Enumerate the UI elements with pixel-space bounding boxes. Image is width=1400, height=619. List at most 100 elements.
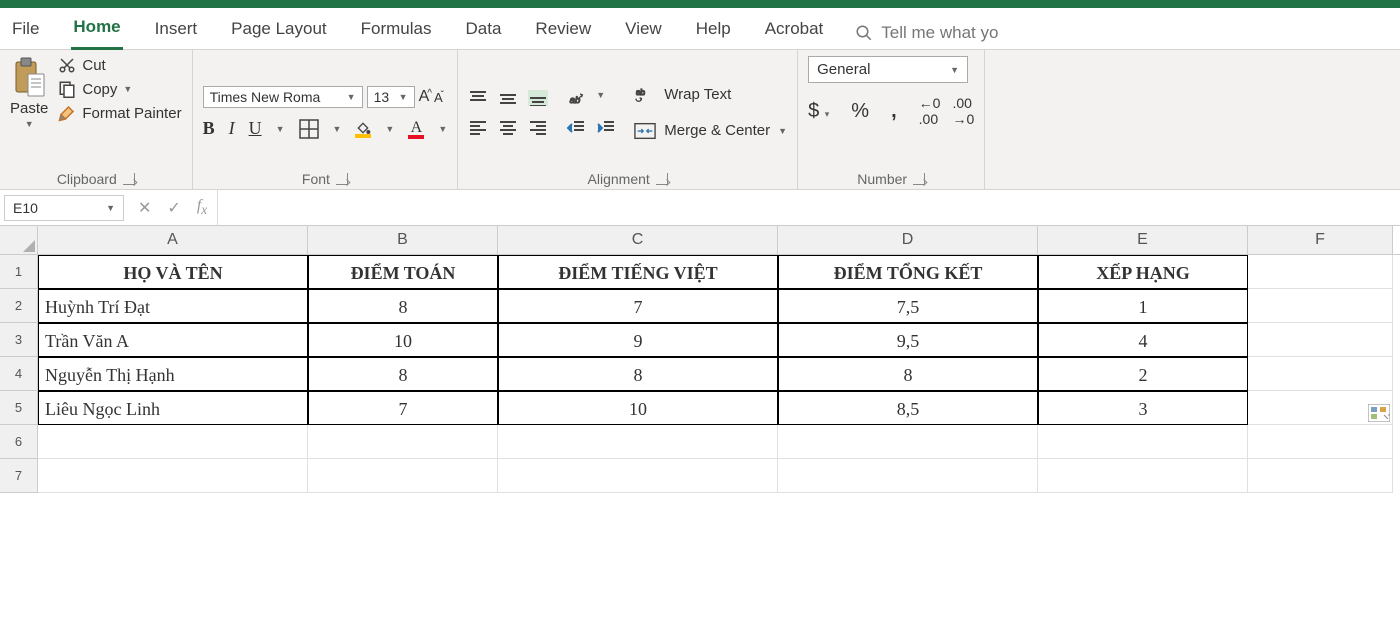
shrink-font-button[interactable]: Aˇ bbox=[434, 90, 442, 105]
confirm-formula-button[interactable]: ✓ bbox=[167, 198, 180, 218]
cell-e6[interactable] bbox=[1038, 425, 1248, 459]
tab-pagelayout[interactable]: Page Layout bbox=[229, 17, 328, 49]
cell-a4[interactable]: Nguyễn Thị Hạnh bbox=[38, 357, 308, 391]
merge-dropdown-icon[interactable]: ▼ bbox=[778, 126, 787, 136]
tell-me-search[interactable]: Tell me what yo bbox=[855, 23, 998, 43]
row-header[interactable]: 2 bbox=[0, 289, 38, 323]
tab-view[interactable]: View bbox=[623, 17, 664, 49]
tab-review[interactable]: Review bbox=[533, 17, 593, 49]
cell-e4[interactable]: 2 bbox=[1038, 357, 1248, 391]
paste-button[interactable]: Paste ▼ bbox=[10, 56, 48, 169]
align-left-button[interactable] bbox=[468, 120, 488, 136]
cell-c5[interactable]: 10 bbox=[498, 391, 778, 425]
cell-d5[interactable]: 8,5 bbox=[778, 391, 1038, 425]
cell-b6[interactable] bbox=[308, 425, 498, 459]
underline-dropdown-icon[interactable]: ▼ bbox=[276, 124, 285, 134]
font-size-select[interactable]: 13▼ bbox=[367, 86, 415, 108]
col-header-b[interactable]: B bbox=[308, 226, 498, 254]
accounting-format-button[interactable]: $ ▾ bbox=[808, 100, 829, 123]
cell-e3[interactable]: 4 bbox=[1038, 323, 1248, 357]
cell-c6[interactable] bbox=[498, 425, 778, 459]
col-header-f[interactable]: F bbox=[1248, 226, 1393, 254]
cell-a6[interactable] bbox=[38, 425, 308, 459]
cell-f4[interactable] bbox=[1248, 357, 1393, 391]
cell-f5[interactable] bbox=[1248, 391, 1393, 425]
tab-acrobat[interactable]: Acrobat bbox=[763, 17, 826, 49]
font-name-select[interactable]: Times New Roma▼ bbox=[203, 86, 363, 108]
align-bottom-button[interactable] bbox=[528, 90, 548, 106]
cell-b4[interactable]: 8 bbox=[308, 357, 498, 391]
paste-dropdown-icon[interactable]: ▼ bbox=[25, 119, 34, 129]
col-header-e[interactable]: E bbox=[1038, 226, 1248, 254]
tab-file[interactable]: File bbox=[10, 17, 41, 49]
wrap-text-button[interactable]: ab Wrap Text bbox=[634, 86, 787, 104]
orientation-button[interactable]: ab bbox=[566, 90, 586, 106]
col-header-c[interactable]: C bbox=[498, 226, 778, 254]
cell-f7[interactable] bbox=[1248, 459, 1393, 493]
decrease-indent-button[interactable] bbox=[566, 120, 586, 136]
tab-help[interactable]: Help bbox=[694, 17, 733, 49]
cell-f1[interactable] bbox=[1248, 255, 1393, 289]
cell-f3[interactable] bbox=[1248, 323, 1393, 357]
row-header[interactable]: 6 bbox=[0, 425, 38, 459]
cell-b2[interactable]: 8 bbox=[308, 289, 498, 323]
col-header-a[interactable]: A bbox=[38, 226, 308, 254]
row-header[interactable]: 4 bbox=[0, 357, 38, 391]
increase-decimal-button[interactable]: ←0.00 bbox=[919, 95, 941, 127]
font-color-button[interactable]: A bbox=[408, 119, 424, 139]
merge-center-button[interactable]: Merge & Center ▼ bbox=[634, 122, 787, 140]
cell-d3[interactable]: 9,5 bbox=[778, 323, 1038, 357]
col-header-d[interactable]: D bbox=[778, 226, 1038, 254]
align-middle-button[interactable] bbox=[498, 90, 518, 106]
tab-data[interactable]: Data bbox=[464, 17, 504, 49]
borders-dropdown-icon[interactable]: ▼ bbox=[333, 124, 342, 134]
tab-insert[interactable]: Insert bbox=[153, 17, 200, 49]
cell-a1[interactable]: HỌ VÀ TÊN bbox=[38, 255, 308, 289]
cell-f6[interactable] bbox=[1248, 425, 1393, 459]
cell-a3[interactable]: Trần Văn A bbox=[38, 323, 308, 357]
row-header[interactable]: 3 bbox=[0, 323, 38, 357]
cell-d6[interactable] bbox=[778, 425, 1038, 459]
cancel-formula-button[interactable]: ✕ bbox=[138, 198, 151, 218]
cell-c1[interactable]: ĐIỂM TIẾNG VIỆT bbox=[498, 255, 778, 289]
cell-c4[interactable]: 8 bbox=[498, 357, 778, 391]
cell-e1[interactable]: XẾP HẠNG bbox=[1038, 255, 1248, 289]
cell-e2[interactable]: 1 bbox=[1038, 289, 1248, 323]
bold-button[interactable]: B bbox=[203, 118, 215, 139]
cell-c2[interactable]: 7 bbox=[498, 289, 778, 323]
format-painter-button[interactable]: Format Painter bbox=[58, 104, 181, 122]
tab-home[interactable]: Home bbox=[71, 15, 122, 50]
cell-b3[interactable]: 10 bbox=[308, 323, 498, 357]
fill-color-button[interactable] bbox=[355, 120, 371, 138]
underline-button[interactable]: U bbox=[249, 118, 262, 139]
fontcolor-dropdown-icon[interactable]: ▼ bbox=[438, 124, 447, 134]
cell-b5[interactable]: 7 bbox=[308, 391, 498, 425]
align-center-button[interactable] bbox=[498, 120, 518, 136]
borders-button[interactable] bbox=[299, 119, 319, 139]
clipboard-launcher-icon[interactable] bbox=[123, 173, 135, 185]
row-header[interactable]: 5 bbox=[0, 391, 38, 425]
cell-d1[interactable]: ĐIỂM TỔNG KẾT bbox=[778, 255, 1038, 289]
cell-c7[interactable] bbox=[498, 459, 778, 493]
cell-f2[interactable] bbox=[1248, 289, 1393, 323]
alignment-launcher-icon[interactable] bbox=[656, 173, 668, 185]
select-all-corner[interactable] bbox=[0, 226, 38, 254]
align-right-button[interactable] bbox=[528, 120, 548, 136]
align-top-button[interactable] bbox=[468, 90, 488, 106]
cell-e7[interactable] bbox=[1038, 459, 1248, 493]
number-launcher-icon[interactable] bbox=[913, 173, 925, 185]
decrease-decimal-button[interactable]: .00→0 bbox=[952, 95, 974, 127]
cell-d4[interactable]: 8 bbox=[778, 357, 1038, 391]
percent-format-button[interactable]: % bbox=[851, 100, 869, 123]
insert-function-button[interactable]: fx bbox=[197, 197, 207, 218]
cell-a2[interactable]: Huỳnh Trí Đạt bbox=[38, 289, 308, 323]
fill-dropdown-icon[interactable]: ▼ bbox=[385, 124, 394, 134]
cell-e5[interactable]: 3 bbox=[1038, 391, 1248, 425]
orientation-dropdown-icon[interactable]: ▼ bbox=[596, 90, 605, 106]
tab-formulas[interactable]: Formulas bbox=[359, 17, 434, 49]
name-box[interactable]: E10▼ bbox=[4, 195, 124, 221]
font-launcher-icon[interactable] bbox=[336, 173, 348, 185]
row-header[interactable]: 1 bbox=[0, 255, 38, 289]
cell-b1[interactable]: ĐIỂM TOÁN bbox=[308, 255, 498, 289]
cell-d7[interactable] bbox=[778, 459, 1038, 493]
